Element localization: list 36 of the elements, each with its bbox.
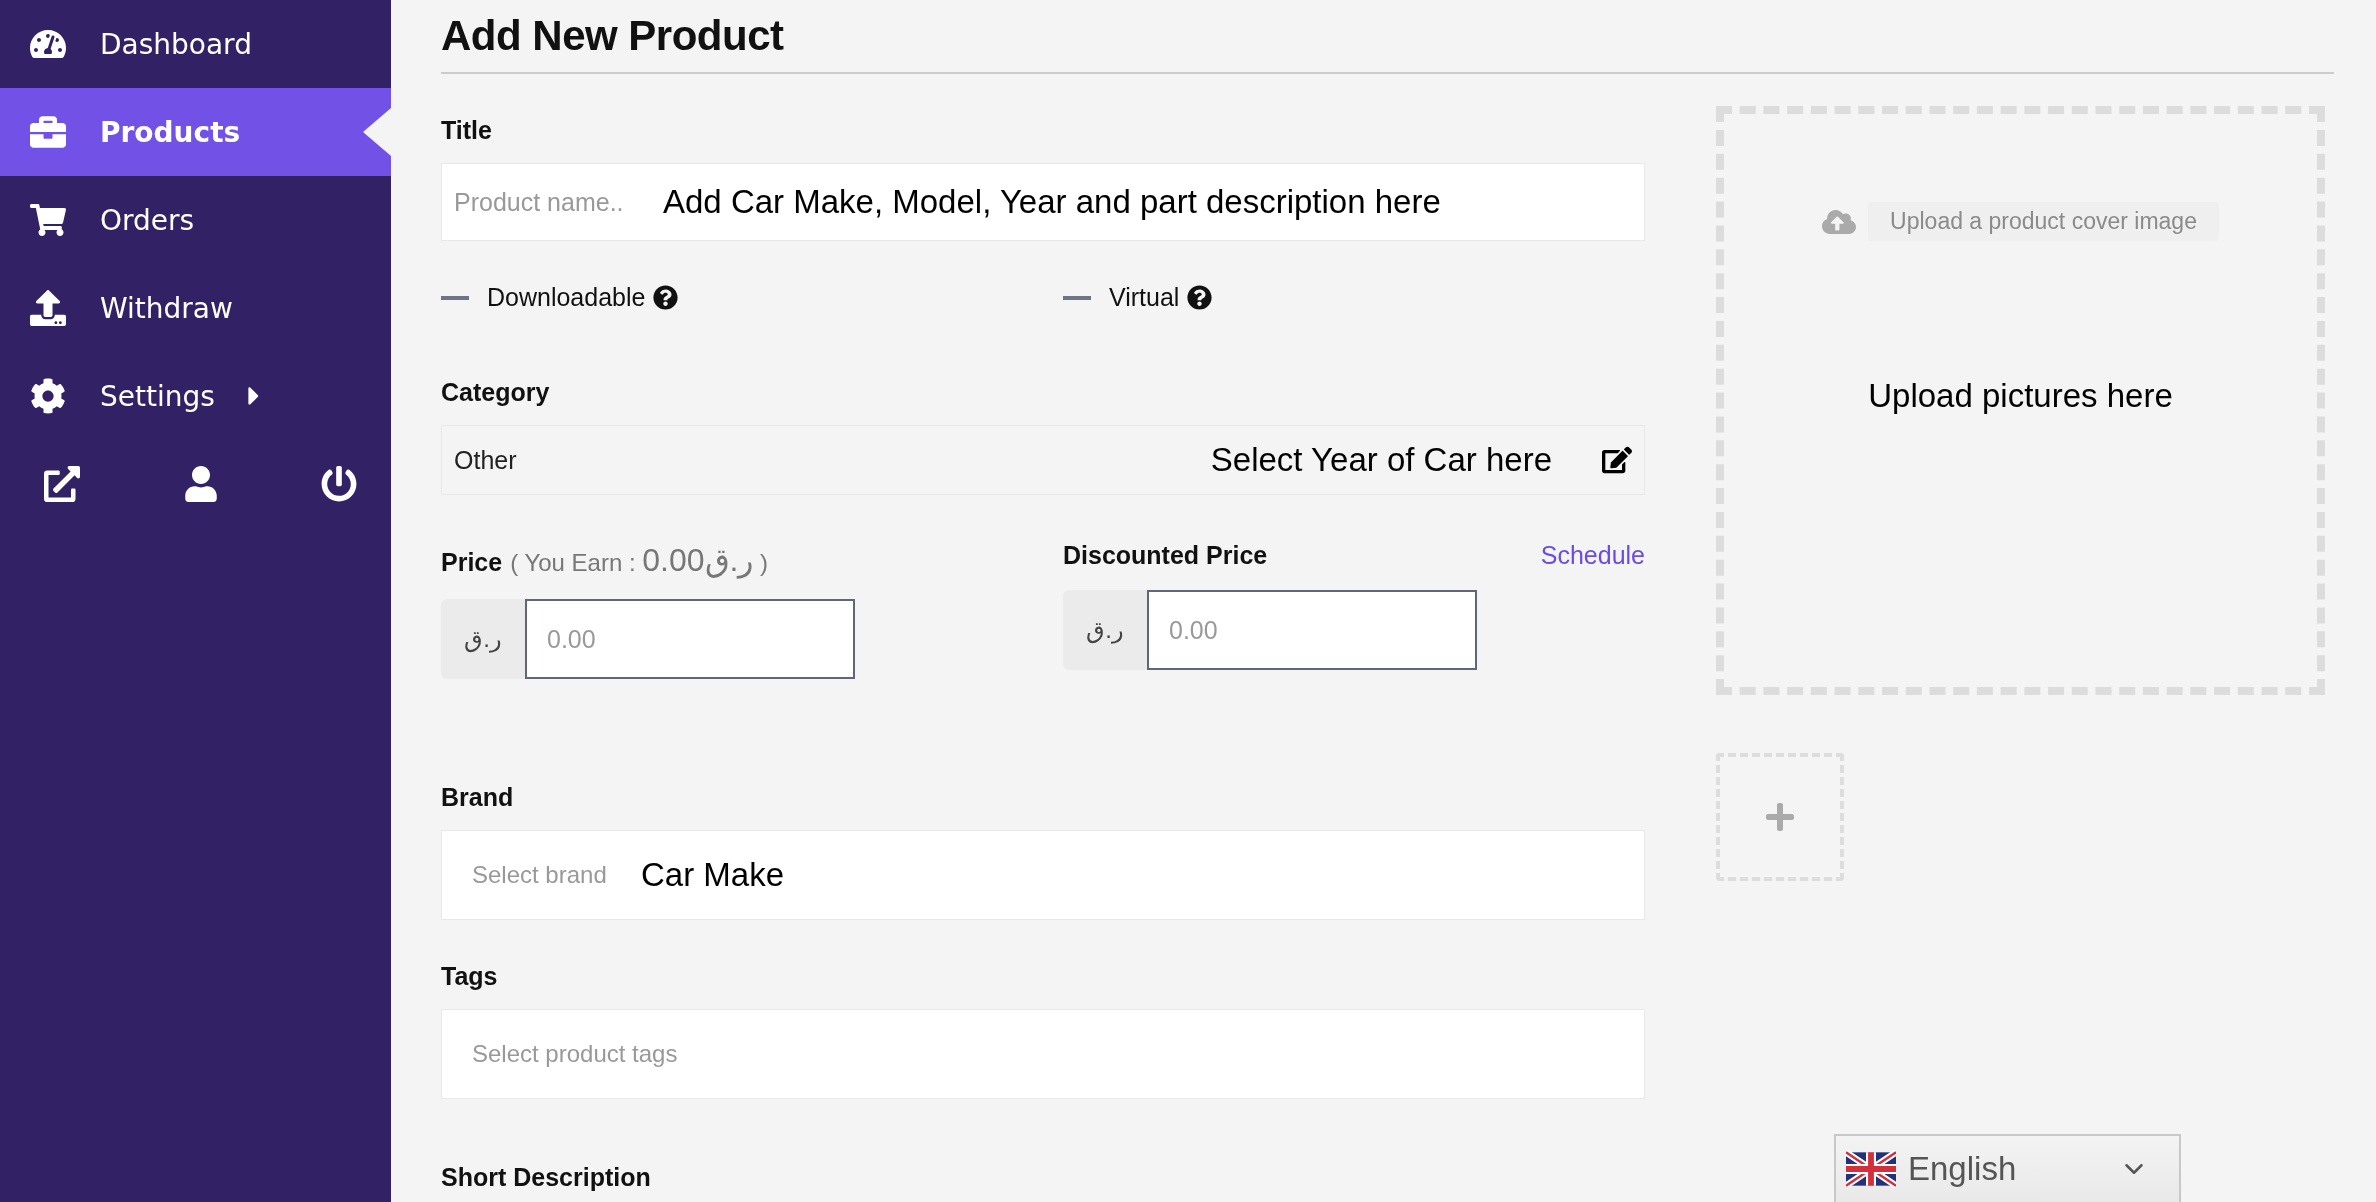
annotation-text: Select Year of Car here: [1210, 441, 1552, 479]
active-pointer: [363, 108, 391, 156]
upload-area[interactable]: Upload a product cover image Upload pictures here: [1716, 106, 2325, 695]
nav-icon: [28, 376, 68, 416]
field-label: Title: [441, 116, 493, 145]
field-label: Price: [441, 548, 503, 577]
checkbox-label: Virtual: [1109, 283, 1180, 312]
field-label: Discounted Price: [1063, 541, 1268, 570]
field-label: Category: [441, 378, 551, 407]
sidebar-item[interactable]: Settings: [0, 352, 391, 440]
field-label: Brand: [441, 783, 515, 812]
plus-icon: [1764, 801, 1796, 833]
page-title: Add New Product: [441, 12, 785, 60]
uk-flag-icon: [1846, 1150, 1896, 1188]
sidebar-item[interactable]: Withdraw: [0, 264, 391, 352]
category-select[interactable]: Other Select Year of Car here: [441, 425, 1645, 495]
sidebar-item[interactable]: Dashboard: [0, 0, 391, 88]
currency-label: ر.ق: [441, 599, 525, 679]
language-select[interactable]: English: [1834, 1134, 2181, 1202]
sidebar-item[interactable]: Orders: [0, 176, 391, 264]
schedule-link[interactable]: Schedule: [1540, 541, 1645, 570]
sidebar-item[interactable]: Products: [0, 88, 391, 176]
field-label: Short Description: [441, 1163, 652, 1192]
annotation-text: Upload pictures here: [1868, 377, 2173, 415]
tags-select[interactable]: Select product tags: [441, 1009, 1645, 1099]
price-field[interactable]: 0.00: [525, 599, 855, 679]
nav-icon: [28, 288, 68, 328]
currency-label: ر.ق: [1063, 590, 1147, 670]
help-icon[interactable]: [1187, 285, 1213, 310]
field-label: Tags: [441, 962, 499, 991]
discounted-price-field[interactable]: 0.00: [1147, 590, 1477, 670]
help-icon[interactable]: [653, 285, 679, 310]
annotation-text: Add Car Make, Model, Year and part description here: [663, 183, 1441, 221]
annotation-text: Car Make: [641, 856, 785, 894]
checkbox-label: Downloadable: [487, 283, 646, 312]
edit-icon[interactable]: [1602, 445, 1632, 475]
